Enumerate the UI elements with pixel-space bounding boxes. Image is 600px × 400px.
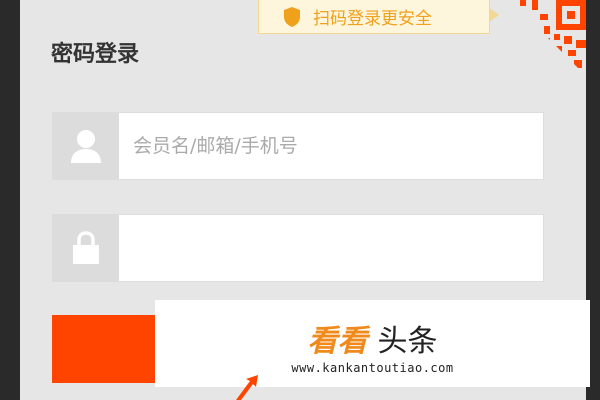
password-icon-box xyxy=(53,215,119,281)
cursor-arrow-icon xyxy=(236,375,258,400)
scan-login-tip-label: 扫码登录更安全 xyxy=(313,9,432,29)
shield-icon xyxy=(284,6,300,27)
username-input[interactable] xyxy=(119,113,543,179)
watermark-brand-suffix: 头条 xyxy=(377,324,438,359)
password-field xyxy=(52,214,544,282)
username-icon-box xyxy=(53,113,119,179)
watermark-logo: 看看 头条 www.kankantoutiao.com xyxy=(155,300,590,387)
username-field xyxy=(52,112,544,180)
user-icon xyxy=(71,130,101,163)
page-title: 密码登录 xyxy=(51,42,140,67)
lock-icon xyxy=(73,231,99,264)
scan-login-tip[interactable]: 扫码登录更安全 xyxy=(258,0,499,34)
watermark-brand-line: 看看 头条 xyxy=(155,326,590,358)
watermark-brand: 看看 xyxy=(307,324,368,359)
watermark-url: www.kankantoutiao.com xyxy=(291,361,454,375)
qr-code-icon[interactable] xyxy=(510,0,586,76)
password-input[interactable] xyxy=(119,215,543,281)
